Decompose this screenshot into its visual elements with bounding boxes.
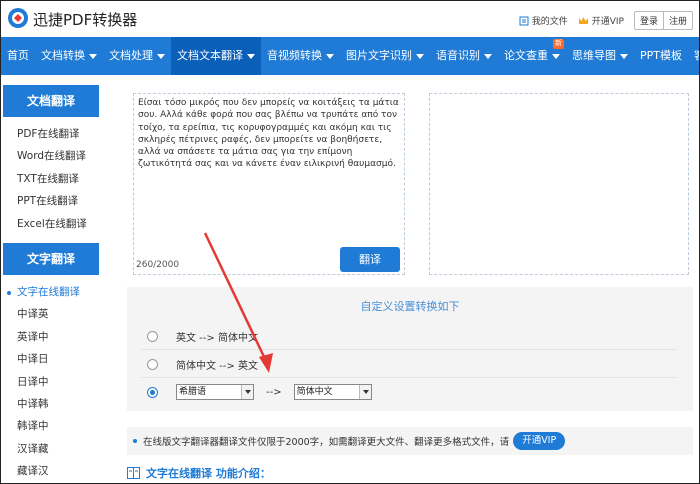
brand-name: 迅捷PDF转换器: [33, 11, 138, 29]
chevron-down-icon: [241, 385, 253, 399]
open-vip-button[interactable]: 开通VIP: [513, 432, 566, 450]
sidebar-head-text-translate: 文字翻译: [3, 242, 99, 275]
sidebar-item[interactable]: PDF在线翻译: [1, 123, 109, 145]
register-button[interactable]: 注册: [662, 12, 692, 29]
caret-down-icon: [247, 53, 255, 59]
divider: [141, 377, 677, 378]
notice-bar: 在线版文字翻译器翻译文件仅限于2000字，如需翻译更大文件、翻译更多格式文件，请…: [127, 427, 693, 455]
caret-down-icon: [484, 53, 492, 59]
sidebar-head-doc-translate: 文档翻译: [3, 85, 99, 117]
nav-item-label: 文档转换: [41, 49, 85, 62]
bullet-icon: [133, 439, 137, 443]
chevron-down-icon: [358, 385, 371, 399]
sidebar-item[interactable]: 英译中: [1, 326, 109, 348]
doc-translate-list: PDF在线翻译 Word在线翻译 TXT在线翻译 PPT在线翻译 Excel在线翻译: [1, 123, 109, 235]
nav-item-3[interactable]: 文档文本翻译: [171, 37, 261, 75]
main-nav: 首页 文档转换 文档处理 文档文本翻译 音视频转换 图片文字识别 语音识别 论文查重新思维导图…: [1, 37, 699, 75]
target-textarea[interactable]: [429, 93, 689, 275]
caret-down-icon: [552, 53, 560, 59]
caret-down-icon: [416, 53, 424, 59]
option-en-to-zh[interactable]: 英文 --> 简体中文: [147, 329, 258, 344]
vip-label: 开通VIP: [591, 17, 624, 27]
settings-title: 自定义设置转换如下: [360, 300, 460, 313]
nav-item-label: 首页: [7, 49, 29, 62]
login-button[interactable]: 登录: [635, 12, 663, 29]
sidebar-item[interactable]: Excel在线翻译: [1, 213, 109, 235]
nav-item-6[interactable]: 语音识别: [430, 37, 498, 75]
nav-item-label: 文档处理: [109, 49, 153, 62]
caret-down-icon: [89, 53, 97, 59]
my-files-label: 我的文件: [531, 17, 568, 27]
nav-item-9[interactable]: PPT模板: [634, 37, 688, 75]
divider: [141, 349, 677, 350]
source-textarea[interactable]: Είσαι τόσο μικρός που δεν μπορείς να κοι…: [133, 93, 405, 275]
nav-item-5[interactable]: 图片文字识别: [340, 37, 430, 75]
nav-item-label: 语音识别: [436, 49, 480, 62]
nav-item-label: 思维导图: [572, 49, 616, 62]
top-header: 迅捷PDF转换器 我的文件 开通VIP 登录 注册: [1, 1, 699, 37]
nav-item-label: 论文查重: [504, 49, 548, 62]
crown-icon: [578, 17, 588, 24]
from-language-value: 希腊语: [179, 387, 207, 397]
sidebar-item[interactable]: Word在线翻译: [1, 145, 109, 167]
feature-intro-heading: 文字在线翻译 功能介绍：: [127, 465, 271, 481]
radio-en-to-zh[interactable]: [147, 331, 158, 342]
char-counter: 260/2000: [136, 260, 180, 270]
nav-item-label: PPT模板: [640, 49, 682, 62]
sidebar-item[interactable]: 中译英: [1, 303, 109, 325]
nav-item-label: 文档文本翻译: [177, 49, 243, 62]
caret-down-icon: [326, 53, 334, 59]
book-icon: [127, 467, 140, 479]
sidebar: 文档翻译 PDF在线翻译 Word在线翻译 TXT在线翻译 PPT在线翻译 Excel在…: [1, 75, 109, 483]
sidebar-item[interactable]: PPT在线翻译: [1, 190, 109, 212]
option-zh-to-en[interactable]: 简体中文 --> 英文: [147, 357, 258, 372]
nav-item-0[interactable]: 首页: [1, 37, 35, 75]
to-language-select[interactable]: 简体中文: [293, 384, 372, 400]
option-zh-to-en-label: 简体中文 --> 英文: [176, 361, 258, 372]
target-text: [430, 94, 688, 100]
sidebar-item[interactable]: 汉译藏: [1, 438, 109, 460]
notice-text: 在线版文字翻译器翻译文件仅限于2000字，如需翻译更大文件、翻译更多格式文件，请: [143, 437, 510, 448]
file-icon: [519, 16, 529, 25]
from-language-select[interactable]: 希腊语: [176, 384, 254, 400]
feature-intro-title: 文字在线翻译 功能介绍：: [146, 467, 271, 480]
vip-link[interactable]: 开通VIP: [578, 14, 624, 27]
nav-item-10[interactable]: 客户端: [688, 37, 699, 75]
nav-item-label: 音视频转换: [267, 49, 322, 62]
sidebar-item[interactable]: TXT在线翻译: [1, 168, 109, 190]
nav-item-8[interactable]: 思维导图: [566, 37, 634, 75]
nav-item-4[interactable]: 音视频转换: [261, 37, 340, 75]
sidebar-item[interactable]: 中译日: [1, 348, 109, 370]
option-custom[interactable]: 希腊语 --> 简体中文: [147, 384, 372, 400]
app-window: 迅捷PDF转换器 我的文件 开通VIP 登录 注册 首页 文档转换 文档处理 文档文本…: [0, 0, 700, 484]
direction-arrow: -->: [266, 386, 282, 398]
to-language-value: 简体中文: [296, 387, 333, 397]
nav-item-2[interactable]: 文档处理: [103, 37, 171, 75]
nav-item-7[interactable]: 论文查重新: [498, 37, 566, 75]
text-translate-list: 文字在线翻译 中译英 英译中 中译日 日译中 中译韩 韩译中 汉译藏 藏译汉: [1, 281, 109, 483]
option-en-to-zh-label: 英文 --> 简体中文: [176, 333, 258, 344]
nav-item-label: 客户端: [694, 37, 699, 75]
sidebar-item[interactable]: 藏译汉: [1, 460, 109, 482]
radio-zh-to-en[interactable]: [147, 359, 158, 370]
source-text[interactable]: Είσαι τόσο μικρός που δεν μπορείς να κοι…: [134, 94, 404, 174]
nav-item-label: 图片文字识别: [346, 49, 412, 62]
new-badge: 新: [553, 39, 564, 49]
translate-button[interactable]: 翻译: [340, 247, 400, 272]
logo-icon: [8, 8, 28, 28]
sidebar-item[interactable]: 中译韩: [1, 393, 109, 415]
my-files-link[interactable]: 我的文件: [519, 14, 568, 27]
sidebar-item[interactable]: 韩译中: [1, 415, 109, 437]
nav-item-1[interactable]: 文档转换: [35, 37, 103, 75]
custom-settings-panel: 自定义设置转换如下 英文 --> 简体中文 简体中文 --> 英文 希腊语 --…: [127, 287, 693, 411]
sidebar-item[interactable]: 文字在线翻译: [1, 281, 109, 303]
sidebar-item[interactable]: 日译中: [1, 371, 109, 393]
radio-custom[interactable]: [147, 386, 158, 398]
caret-down-icon: [157, 53, 165, 59]
caret-down-icon: [620, 53, 628, 59]
